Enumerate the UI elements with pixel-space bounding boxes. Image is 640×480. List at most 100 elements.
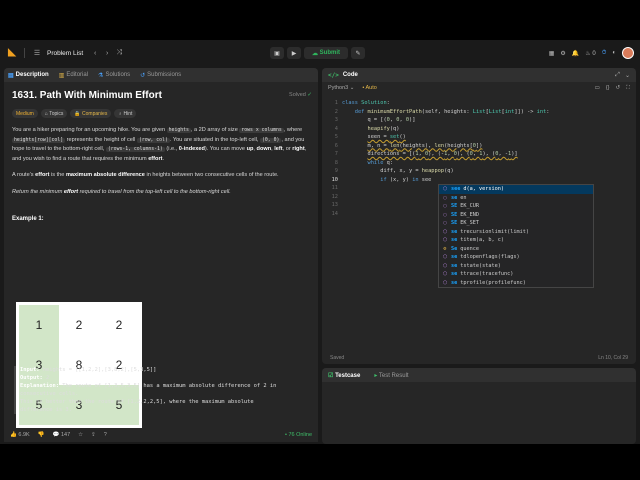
theme-icon[interactable]: ◐ (612, 50, 616, 56)
notes-button[interactable]: ✎ (351, 47, 366, 59)
notifications-icon[interactable]: 🔔 (572, 50, 579, 57)
code-text: directions = [(1, 0), (-1, 0), (0, 1), (… (367, 151, 518, 157)
description-footer: 👍 6.9K 👎 💬 147 ☆ ⇪ ? • 76 Online (4, 428, 318, 442)
match-text: SE (451, 220, 458, 227)
autocomplete-item[interactable]: ⬡ see d(a, version) (439, 185, 593, 194)
autocomplete-item[interactable]: ⬡ se ttrace(tracefunc) (439, 270, 593, 279)
code-text: seen = set() (367, 134, 406, 140)
tab-test-result[interactable]: ▸ Test Result (374, 372, 408, 379)
autocomplete-item[interactable]: ⬡ se trecursionlimit(limit) (439, 228, 593, 237)
text: required to travel from the top-left cel… (78, 188, 231, 195)
fire-icon[interactable]: ♨ 0 (585, 50, 595, 57)
bookmark-icon[interactable]: ▭ (595, 85, 600, 92)
autocomplete-item[interactable]: ⬡ se tdlopenflags(flags) (439, 253, 593, 262)
auto-toggle[interactable]: • Auto (362, 85, 377, 91)
debug-button[interactable]: ▣ (270, 47, 284, 59)
autocomplete-item[interactable]: ▢ SE EK_SET (439, 219, 593, 228)
run-button[interactable]: ▶ (287, 47, 301, 59)
problem-list-link[interactable]: Problem List (47, 50, 83, 57)
description-paragraph-2: A route's effort is the maximum absolute… (12, 171, 312, 180)
list-icon[interactable]: ☰ (31, 47, 43, 59)
chevron-right-icon[interactable]: › (101, 47, 113, 59)
top-right-controls: ▦ ⚙ 🔔 ♨ 0 ⏱ ◐ (549, 47, 634, 59)
match-text: se (451, 271, 458, 278)
description-paragraph-1: You are a hiker preparing for an upcomin… (12, 127, 307, 162)
testcase-panel: ☑ Testcase ▸ Test Result (322, 368, 636, 444)
likes-count: 6.9K (18, 432, 30, 438)
top-nav: ◣ ☰ Problem List ‹ › ⤨ ▣ ▶ ☁ Submit ✎ ▦ … (0, 40, 640, 66)
shuffle-icon[interactable]: ⤨ (113, 47, 125, 59)
comments-count: 147 (60, 432, 71, 438)
help-button[interactable]: ? (104, 432, 107, 438)
hint-chip[interactable]: ♁ Hint (114, 109, 137, 118)
submit-button[interactable]: ☁ Submit (304, 47, 349, 59)
text: represents the height of cell (65, 136, 137, 143)
app-window: ◣ ☰ Problem List ‹ › ⤨ ▣ ▶ ☁ Submit ✎ ▦ … (0, 40, 640, 444)
input-label: Input: (20, 367, 40, 373)
maximize-icon[interactable]: ⤢ (615, 72, 620, 79)
match-text: se (451, 194, 458, 201)
page-title[interactable]: 1631. Path With Minimum Effort (12, 90, 312, 101)
match-text: see (451, 186, 461, 193)
problem-content: 1631. Path With Minimum Effort Solved ✓ … (12, 90, 312, 222)
topics-chip[interactable]: ⌂ Topics (40, 109, 68, 118)
text-bold: effort (148, 155, 163, 162)
avatar[interactable] (622, 47, 634, 59)
layout-icon[interactable]: ▦ (549, 50, 555, 57)
explanation-text: This is better than the route of [1,2,2,… (20, 399, 254, 405)
share-button[interactable]: ⇪ (91, 432, 96, 438)
chevron-left-icon[interactable]: ‹ (89, 47, 101, 59)
autocomplete-item[interactable]: ⚙ Se quence (439, 245, 593, 254)
companies-chip[interactable]: 🔒 Companies (70, 109, 112, 118)
language-label: Python3 (328, 85, 349, 91)
braces-icon[interactable]: {} (606, 85, 610, 92)
solved-status: Solved ✓ (289, 92, 312, 98)
suggestion-text: tstate(state) (460, 262, 501, 269)
tab-description[interactable]: ▤ Description (8, 72, 49, 79)
online-label: 76 Online (288, 432, 312, 438)
language-select[interactable]: Python3 ⌄ (328, 85, 354, 91)
fullscreen-icon[interactable]: ⛶ (626, 85, 630, 92)
code-inline: heights (166, 128, 191, 133)
tab-code[interactable]: Code (343, 72, 358, 78)
tab-editorial[interactable]: ▥ Editorial (59, 72, 88, 79)
function-icon: ⬡ (442, 262, 448, 269)
explanation-text: difference is 3. (20, 407, 72, 413)
reset-icon[interactable]: ↺ (616, 85, 621, 92)
code-inline: (0, 0) (260, 137, 282, 143)
like-button[interactable]: 👍 6.9K (10, 432, 30, 438)
text-bold: left (274, 146, 283, 152)
timer-icon[interactable]: ⏱ (602, 50, 607, 57)
minimize-icon[interactable]: ⌄ (625, 72, 630, 79)
autocomplete-item[interactable]: ▢ SE EK_CUR (439, 202, 593, 211)
run-controls: ▣ ▶ ☁ Submit ✎ (270, 47, 366, 59)
suggestion-text: EK_CUR (460, 203, 479, 210)
tab-submissions[interactable]: ↺ Submissions (140, 72, 181, 79)
autocomplete-item[interactable]: ⬡ se tstate(state) (439, 262, 593, 271)
line-number: 3 (334, 117, 338, 123)
tab-solutions[interactable]: ⚗ Solutions (98, 72, 130, 79)
autocomplete-item[interactable]: ▢ SE EK_END (439, 211, 593, 220)
comments-button[interactable]: 💬 147 (53, 432, 71, 438)
thumbs-down-icon: 👎 (37, 432, 45, 438)
code-header: </> Code ⤢ ⌄ (322, 68, 636, 82)
autocomplete-item[interactable]: ▢ se en (439, 194, 593, 203)
tab-testcase[interactable]: ☑ Testcase (328, 372, 360, 379)
suggestion-text: EK_SET (460, 220, 479, 227)
line-number: 11 (331, 185, 338, 191)
dislike-button[interactable]: 👎 (38, 432, 45, 438)
text-bold: effort (63, 188, 79, 195)
autocomplete-popup: ⬡ see d(a, version) ▢ se en ▢ SE EK_CUR ▢ SE EK_… (438, 184, 594, 288)
autocomplete-item[interactable]: ⬡ se titem(a, b, c) (439, 236, 593, 245)
difficulty-badge: Medium (12, 109, 38, 118)
text-bold: maximum absolute difference (65, 172, 145, 178)
leetcode-logo-icon[interactable]: ◣ (6, 47, 18, 59)
code-inline: (row, col) (136, 137, 170, 143)
autocomplete-item[interactable]: ⬡ se tprofile(profilefunc) (439, 279, 593, 288)
example-explanation: Explanation: The route of [1,3,5,3,5] ha… (20, 382, 310, 390)
settings-icon[interactable]: ⚙ (560, 50, 565, 57)
match-text: se (451, 279, 458, 286)
star-button[interactable]: ☆ (78, 432, 83, 438)
suggestion-text: quence (460, 245, 479, 252)
text: ). You can move (204, 146, 247, 152)
